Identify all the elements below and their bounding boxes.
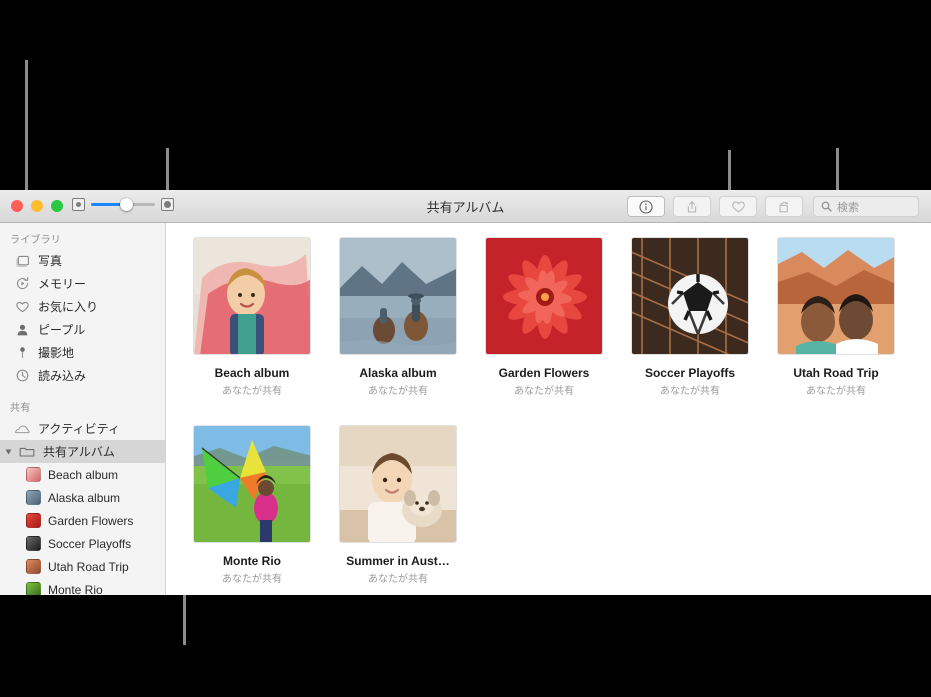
sidebar-item-photos[interactable]: 写真 — [0, 249, 165, 272]
sidebar-item-label: 写真 — [38, 254, 63, 268]
album-thumbnail[interactable] — [339, 237, 457, 355]
album-thumbnail-icon — [26, 582, 41, 595]
sidebar-item-favorites[interactable]: お気に入り — [0, 295, 165, 318]
sidebar-item-places[interactable]: 撮影地 — [0, 341, 165, 364]
toolbar-buttons — [627, 196, 803, 217]
album-title: Soccer Playoffs — [644, 366, 736, 380]
album-thumbnail[interactable] — [193, 237, 311, 355]
sidebar-album-garden[interactable]: Garden Flowers — [0, 509, 165, 532]
sidebar-section-library-header: ライブラリ — [10, 235, 61, 246]
sidebar-album-label: Beach album — [48, 467, 119, 482]
sidebar-item-label: メモリー — [38, 277, 87, 291]
sidebar-album-label: Soccer Playoffs — [48, 536, 132, 551]
album-thumbnail[interactable] — [631, 237, 749, 355]
info-circle-icon — [639, 199, 653, 214]
rotate-button[interactable] — [765, 196, 803, 217]
chevron-down-icon[interactable] — [5, 449, 12, 454]
album-cell[interactable]: Summer in Aust… あなたが共有 — [339, 425, 457, 585]
album-subtitle: あなたが共有 — [806, 386, 866, 397]
sidebar-album-beach[interactable]: Beach album — [0, 463, 165, 486]
album-cell[interactable]: Beach album あなたが共有 — [193, 237, 311, 397]
photos-window: 共有アルバム 検索 ライブラリ 写真 メモリー お気に入り ピープル 撮影地 読… — [0, 190, 931, 595]
search-icon — [821, 201, 832, 212]
sidebar-item-activity[interactable]: アクティビティ — [0, 417, 165, 440]
album-subtitle: あなたが共有 — [514, 386, 574, 397]
sidebar-album-label: Monte Rio — [48, 582, 103, 596]
heart-icon — [731, 201, 745, 212]
sidebar-section-shared-header: 共有 — [10, 403, 31, 414]
album-title: Utah Road Trip — [793, 366, 879, 380]
sidebar-item-people[interactable]: ピープル — [0, 318, 165, 341]
sidebar-album-label: Garden Flowers — [48, 513, 134, 528]
album-thumbnail[interactable] — [339, 425, 457, 543]
sidebar[interactable]: ライブラリ 写真 メモリー お気に入り ピープル 撮影地 読み込み 共有 アクテ… — [0, 223, 166, 595]
search-placeholder: 検索 — [837, 201, 859, 214]
sidebar-item-imports[interactable]: 読み込み — [0, 364, 165, 387]
shared-album-list: Beach album Alaska album Garden Flowers … — [0, 463, 165, 595]
album-subtitle: あなたが共有 — [368, 386, 428, 397]
albums-grid: Beach album あなたが共有 Alaska album あなたが共有 G… — [193, 237, 931, 585]
album-thumbnail-icon — [26, 490, 41, 505]
sidebar-item-memories[interactable]: メモリー — [0, 272, 165, 295]
album-subtitle: あなたが共有 — [660, 386, 720, 397]
album-cell[interactable]: Soccer Playoffs あなたが共有 — [631, 237, 749, 397]
album-title: Monte Rio — [223, 554, 281, 568]
shared-albums-grid-pane: Beach album あなたが共有 Alaska album あなたが共有 G… — [167, 223, 931, 595]
sidebar-item-label: お気に入り — [38, 300, 99, 314]
import-clock-icon — [14, 368, 30, 384]
photos-icon — [14, 253, 30, 269]
album-cell[interactable]: Garden Flowers あなたが共有 — [485, 237, 603, 397]
sidebar-item-label: アクティビティ — [38, 422, 120, 436]
sidebar-item-shared-albums[interactable]: 共有アルバム — [0, 440, 165, 463]
sidebar-item-label: 読み込み — [38, 369, 87, 383]
sidebar-album-alaska[interactable]: Alaska album — [0, 486, 165, 509]
album-thumbnail-icon — [26, 467, 41, 482]
album-thumbnail-icon — [26, 536, 41, 551]
album-title: Beach album — [214, 366, 290, 380]
rotate-icon — [779, 201, 788, 212]
sidebar-item-label: 撮影地 — [38, 346, 75, 360]
window-titlebar: 共有アルバム 検索 — [0, 190, 931, 223]
share-arrow-icon — [687, 200, 697, 213]
sidebar-album-label: Utah Road Trip — [48, 559, 129, 574]
sidebar-album-monterio[interactable]: Monte Rio — [0, 578, 165, 595]
favorite-button[interactable] — [719, 196, 757, 217]
sidebar-item-label: 共有アルバム — [43, 445, 115, 459]
album-thumbnail[interactable] — [485, 237, 603, 355]
info-button[interactable] — [627, 196, 665, 217]
sidebar-album-utah[interactable]: Utah Road Trip — [0, 555, 165, 578]
album-thumbnail[interactable] — [777, 237, 895, 355]
screenshot-canvas: 共有アルバム 検索 ライブラリ 写真 メモリー お気に入り ピープル 撮影地 読… — [0, 0, 931, 697]
album-cell[interactable]: Utah Road Trip あなたが共有 — [777, 237, 895, 397]
album-thumbnail-icon — [26, 513, 41, 528]
folder-icon — [19, 444, 35, 460]
album-title: Alaska album — [359, 366, 437, 380]
share-button[interactable] — [673, 196, 711, 217]
sidebar-album-soccer[interactable]: Soccer Playoffs — [0, 532, 165, 555]
album-cell[interactable]: Monte Rio あなたが共有 — [193, 425, 311, 585]
memories-icon — [14, 276, 30, 292]
album-title: Summer in Aust… — [346, 554, 450, 568]
album-title: Garden Flowers — [498, 366, 590, 380]
album-thumbnail[interactable] — [193, 425, 311, 543]
sidebar-item-label: ピープル — [38, 323, 86, 337]
album-subtitle: あなたが共有 — [368, 574, 428, 585]
heart-icon — [14, 299, 30, 315]
search-field[interactable]: 検索 — [813, 196, 919, 217]
places-pin-icon — [14, 345, 30, 361]
people-icon — [14, 322, 30, 338]
album-cell[interactable]: Alaska album あなたが共有 — [339, 237, 457, 397]
album-subtitle: あなたが共有 — [222, 386, 282, 397]
album-subtitle: あなたが共有 — [222, 574, 282, 585]
album-thumbnail-icon — [26, 559, 41, 574]
cloud-icon — [14, 421, 30, 437]
sidebar-album-label: Alaska album — [48, 490, 121, 505]
